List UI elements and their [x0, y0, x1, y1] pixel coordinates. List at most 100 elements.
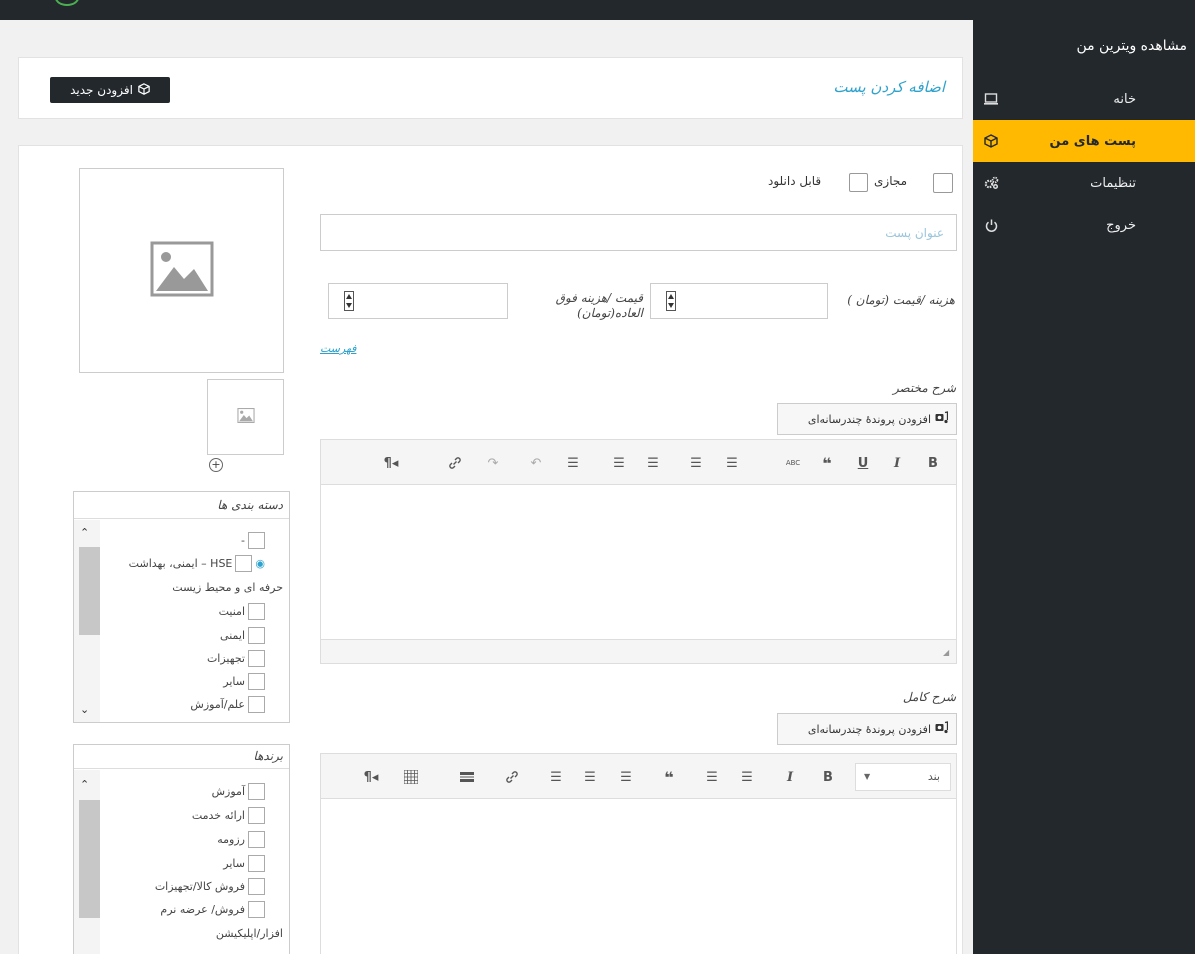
add-gallery-image-icon[interactable]: +: [209, 458, 223, 472]
price-label: هزینه /قیمت (تومان ): [847, 293, 955, 307]
blockquote-icon[interactable]: ❝: [817, 453, 837, 473]
bullet-list-icon[interactable]: ☰: [737, 767, 757, 787]
category-item[interactable]: -: [241, 530, 265, 550]
downloadable-label: قابل دانلود: [768, 174, 822, 188]
strikethrough-icon[interactable]: ABC: [783, 453, 803, 473]
bold-icon[interactable]: B: [923, 453, 943, 473]
bullet-list-icon[interactable]: ☰: [722, 453, 742, 473]
cube-icon: [982, 132, 1000, 150]
blockquote-icon[interactable]: ❝: [659, 767, 679, 787]
sidebar-item-label: تنظیمات: [1090, 175, 1136, 191]
short-description-editor[interactable]: B I U ❝ ABC ☰ ☰ ☰ ☰ ☰ ↶ ↷ ¶◂ ◢: [320, 439, 957, 664]
gears-icon: [982, 174, 1000, 192]
numbered-list-icon[interactable]: ☰: [702, 767, 722, 787]
sidebar-item-my-posts[interactable]: پست های من: [973, 120, 1195, 162]
image-placeholder-icon: [236, 408, 255, 426]
spinner-icon[interactable]: [344, 291, 354, 311]
link-icon[interactable]: [445, 453, 465, 473]
brand-item[interactable]: فروش کالا/تجهیزات: [155, 876, 265, 896]
brand-item[interactable]: رزومه: [217, 829, 265, 849]
brands-title: برندها: [74, 745, 289, 769]
post-title-input[interactable]: عنوان پست: [320, 214, 957, 251]
categories-box: دسته بندی ها ⌃ ⌄ - ◉ HSE – ایمنی، بهداشت …: [73, 491, 290, 723]
align-left-icon[interactable]: ☰: [643, 453, 663, 473]
paragraph-rtl-icon[interactable]: ¶◂: [381, 453, 401, 473]
expand-icon[interactable]: ◉: [255, 557, 265, 570]
resize-handle-icon[interactable]: ◢: [943, 648, 949, 657]
category-item[interactable]: تجهیزات: [207, 648, 265, 668]
full-description-editor[interactable]: بند ▼ B I ☰ ☰ ❝ ☰ ☰ ☰ ¶◂: [320, 753, 957, 954]
gallery-image-box[interactable]: [207, 379, 284, 455]
view-store-link[interactable]: مشاهده ویترین من: [1076, 38, 1187, 54]
sidebar-item-label: خروج: [1106, 217, 1136, 233]
read-more-icon[interactable]: [457, 767, 477, 787]
add-media-label: افزودن پروندهٔ چندرسانه‌ای: [807, 722, 931, 736]
brand-item-continuation: افزار/اپلیکیشن: [215, 926, 283, 940]
caret-down-icon: ▼: [864, 772, 871, 781]
scroll-up-icon[interactable]: ⌃: [80, 778, 89, 791]
format-select[interactable]: بند ▼: [855, 763, 951, 791]
brand-item[interactable]: سایر: [223, 853, 265, 873]
add-media-button-short[interactable]: افزودن پروندهٔ چندرسانه‌ای: [777, 403, 957, 435]
brands-box: برندها ⌃ آموزش ارائه خدمت رزومه سایر فرو…: [73, 744, 290, 954]
add-media-button-full[interactable]: افزودن پروندهٔ چندرسانه‌ای: [777, 713, 957, 745]
editor-toolbar: B I U ❝ ABC ☰ ☰ ☰ ☰ ☰ ↶ ↷ ¶◂: [321, 440, 956, 485]
virtual-label: مجازی: [874, 174, 908, 188]
sale-price-label: قیمت /هزینه فوق العاده(تومان): [555, 291, 643, 320]
power-icon: [982, 216, 1000, 234]
bold-icon[interactable]: B: [818, 767, 838, 787]
link-icon[interactable]: [502, 767, 522, 787]
downloadable-checkbox[interactable]: [849, 173, 868, 192]
spinner-icon[interactable]: [666, 291, 676, 311]
top-bar: [0, 0, 1195, 20]
camera-music-icon: [935, 411, 949, 427]
scroll-down-icon[interactable]: ⌄: [80, 703, 89, 716]
redo-icon[interactable]: ↷: [483, 453, 503, 473]
align-left-icon[interactable]: ☰: [616, 767, 636, 787]
scrollbar-thumb[interactable]: [79, 800, 100, 918]
brands-scrollbar[interactable]: ⌃: [74, 770, 100, 954]
cube-icon: [138, 82, 150, 98]
schedule-link[interactable]: فهرست: [320, 342, 356, 355]
category-item[interactable]: علم/آموزش: [190, 694, 265, 714]
regular-price-input[interactable]: [650, 283, 828, 319]
add-new-button[interactable]: افزودن جدید: [50, 77, 170, 103]
italic-icon[interactable]: I: [780, 767, 800, 787]
numbered-list-icon[interactable]: ☰: [686, 453, 706, 473]
logo-icon: [55, 0, 79, 6]
align-center-icon[interactable]: ☰: [580, 767, 600, 787]
sale-price-input[interactable]: [328, 283, 508, 319]
editor-toolbar: بند ▼ B I ☰ ☰ ❝ ☰ ☰ ☰ ¶◂: [321, 754, 956, 799]
undo-icon[interactable]: ↶: [526, 453, 546, 473]
sidebar-item-label: خانه: [1113, 91, 1136, 107]
scroll-up-icon[interactable]: ⌃: [80, 526, 89, 539]
add-media-label: افزودن پروندهٔ چندرسانه‌ای: [807, 412, 931, 426]
align-center-icon[interactable]: ☰: [609, 453, 629, 473]
laptop-icon: [982, 90, 1000, 108]
category-item[interactable]: سایر: [223, 671, 265, 691]
toolbar-toggle-icon[interactable]: [401, 767, 421, 787]
brand-item[interactable]: ارائه خدمت: [192, 805, 265, 825]
category-item[interactable]: امنیت: [219, 601, 265, 621]
align-right-icon[interactable]: ☰: [563, 453, 583, 473]
brand-item[interactable]: آموزش: [212, 781, 265, 801]
sidebar: مشاهده ویترین من خانه پست های من تنظیمات…: [973, 20, 1195, 954]
sidebar-item-home[interactable]: خانه: [973, 78, 1195, 120]
category-item[interactable]: ایمنی: [220, 625, 265, 645]
category-item-continuation: حرفه ای و محیط زیست: [172, 580, 283, 594]
virtual-checkbox[interactable]: [933, 173, 953, 193]
full-description-label: شرح کامل: [902, 690, 956, 704]
categories-title: دسته بندی ها: [74, 492, 289, 519]
sidebar-item-settings[interactable]: تنظیمات: [973, 162, 1195, 204]
category-item[interactable]: ◉ HSE – ایمنی، بهداشت: [129, 553, 265, 573]
add-new-label: افزودن جدید: [70, 83, 133, 97]
scrollbar-thumb[interactable]: [79, 547, 100, 635]
brand-item[interactable]: فروش/ عرضه نرم: [160, 899, 265, 919]
align-right-icon[interactable]: ☰: [546, 767, 566, 787]
paragraph-rtl-icon[interactable]: ¶◂: [361, 767, 381, 787]
categories-scrollbar[interactable]: ⌃ ⌄: [74, 520, 100, 722]
sidebar-item-logout[interactable]: خروج: [973, 204, 1195, 246]
featured-image-box[interactable]: [79, 168, 284, 373]
underline-icon[interactable]: U: [853, 453, 873, 473]
italic-icon[interactable]: I: [887, 453, 907, 473]
